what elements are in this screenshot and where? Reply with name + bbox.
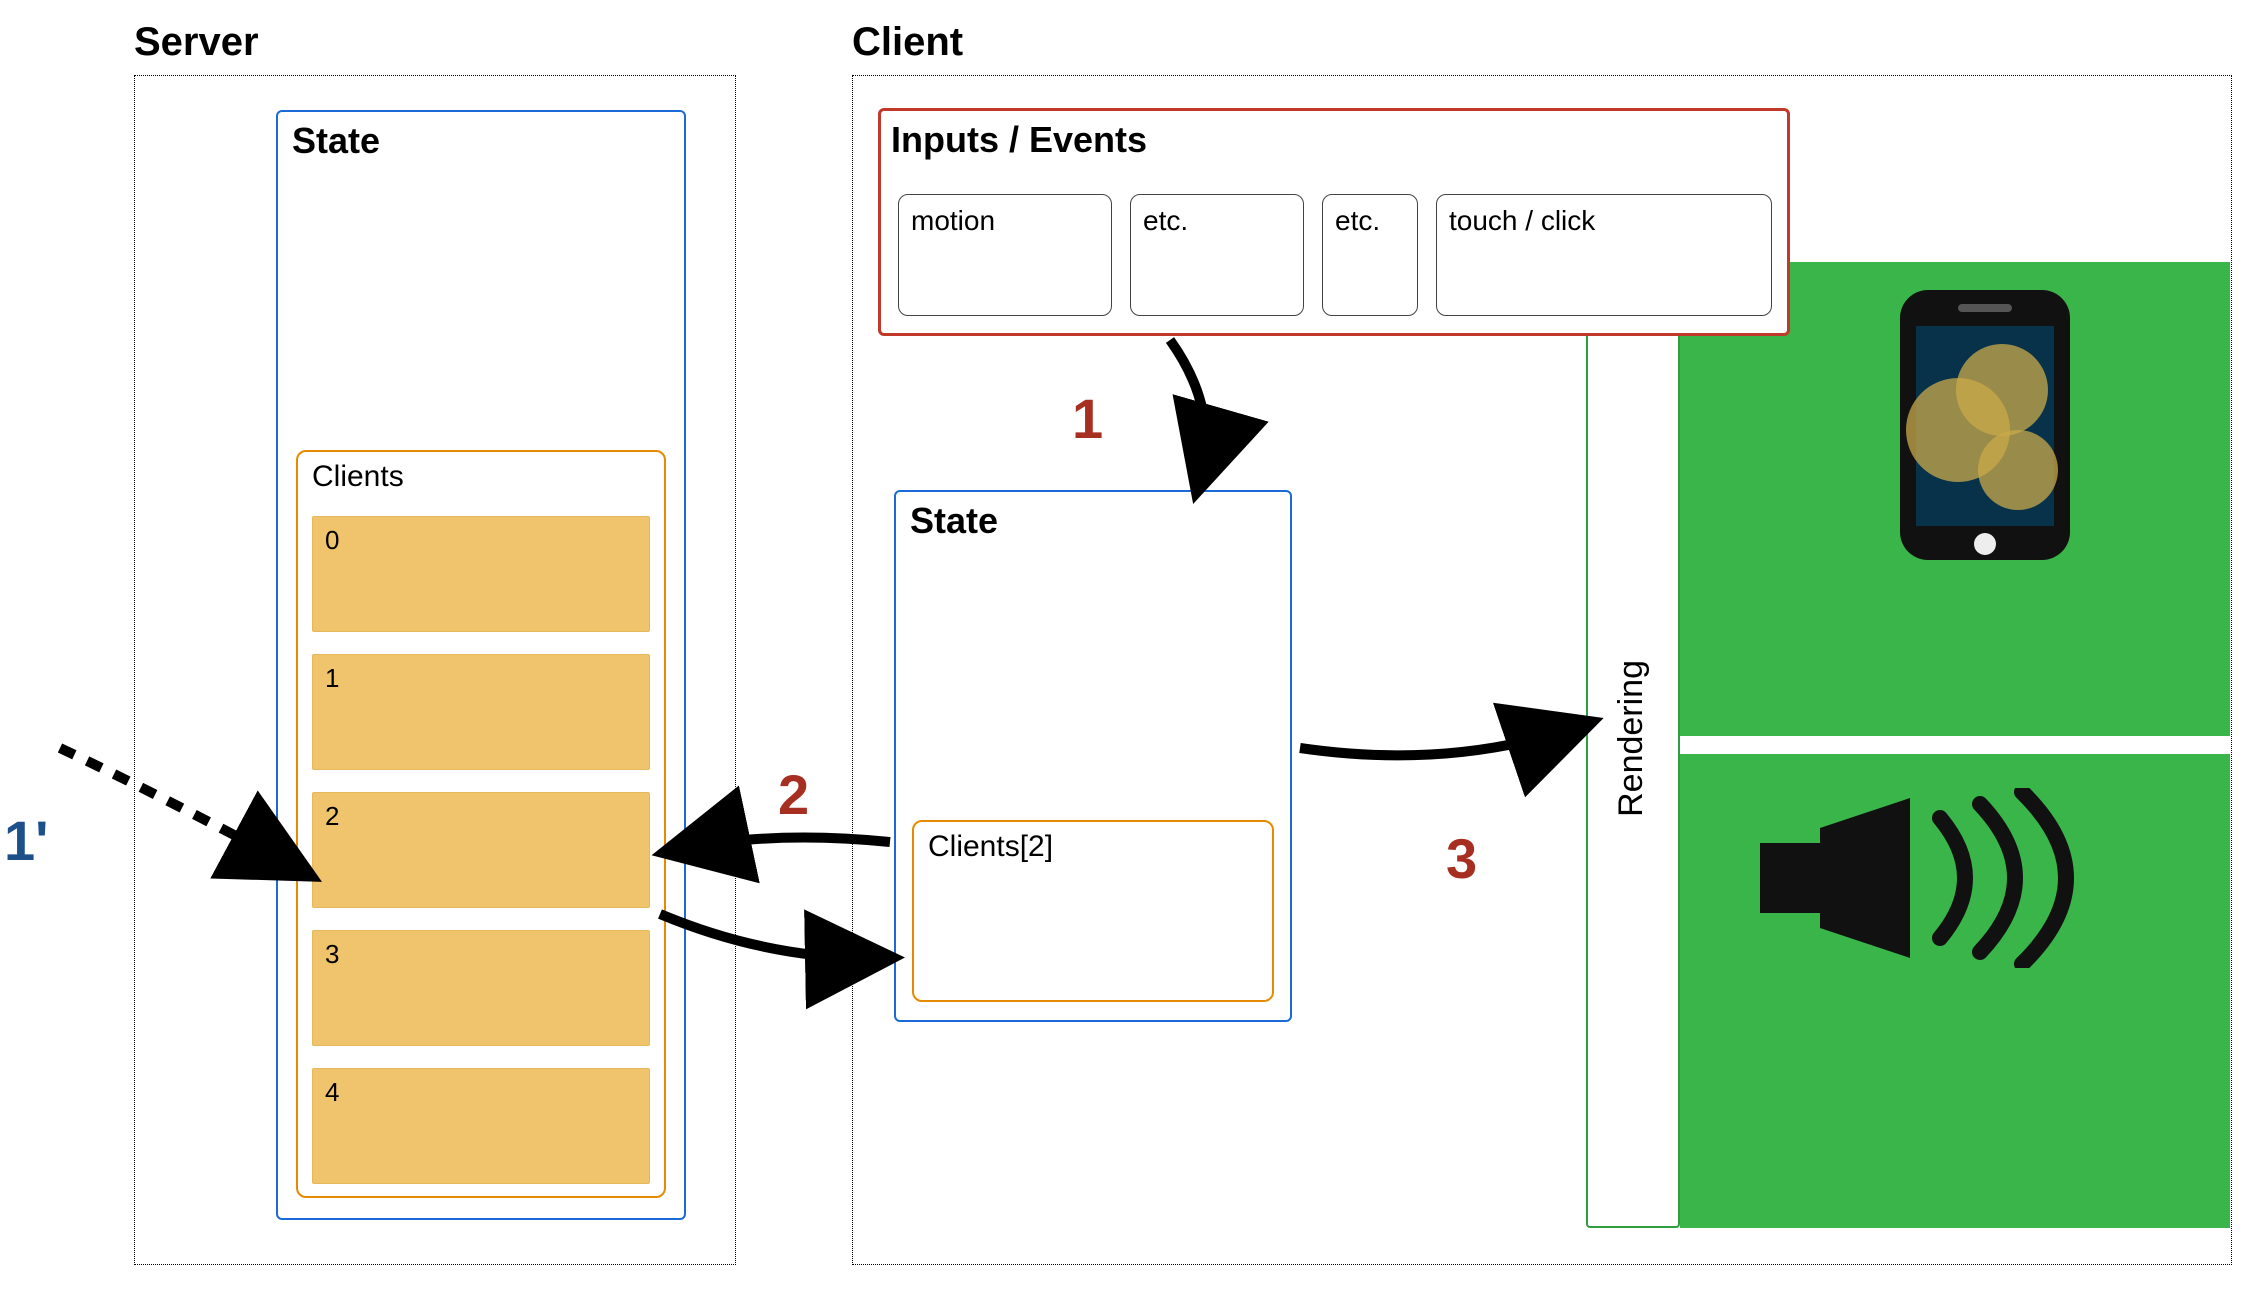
client-state-title: State: [910, 500, 998, 542]
input-chip-touch: touch / click: [1436, 194, 1772, 316]
client-row-0: 0: [312, 516, 650, 632]
client-clients2-label: Clients[2]: [928, 830, 1053, 864]
client-row-1: 1: [312, 654, 650, 770]
client-row-3-label: 3: [325, 939, 339, 970]
step-3: 3: [1446, 826, 1477, 891]
input-chip-etc-1: etc.: [1130, 194, 1304, 316]
rendering-label: Rendering: [1612, 660, 1651, 817]
client-clients2-box: Clients[2]: [912, 820, 1274, 1002]
client-label: Client: [852, 20, 963, 65]
input-chip-etc-1-label: etc.: [1143, 205, 1188, 237]
client-row-4: 4: [312, 1068, 650, 1184]
green-panel-separator: [1680, 736, 2230, 754]
input-chip-touch-label: touch / click: [1449, 205, 1595, 237]
diagram-canvas: Server State Clients 0 1 2 3 4 Client Re…: [0, 0, 2248, 1292]
step-2: 2: [778, 762, 809, 827]
server-clients-title: Clients: [312, 460, 404, 494]
client-row-0-label: 0: [325, 525, 339, 556]
inputs-events-title: Inputs / Events: [891, 119, 1147, 161]
step-1-prime: 1': [4, 808, 48, 873]
client-row-1-label: 1: [325, 663, 339, 694]
input-chip-motion-label: motion: [911, 205, 995, 237]
client-row-3: 3: [312, 930, 650, 1046]
client-row-2: 2: [312, 792, 650, 908]
input-chip-motion: motion: [898, 194, 1112, 316]
input-chip-etc-2: etc.: [1322, 194, 1418, 316]
server-state-title: State: [292, 120, 380, 162]
step-1: 1: [1072, 386, 1103, 451]
server-label: Server: [134, 20, 259, 65]
green-panel-bottom: [1680, 754, 2230, 1228]
client-row-2-label: 2: [325, 801, 339, 832]
client-row-4-label: 4: [325, 1077, 339, 1108]
input-chip-etc-2-label: etc.: [1335, 205, 1380, 237]
